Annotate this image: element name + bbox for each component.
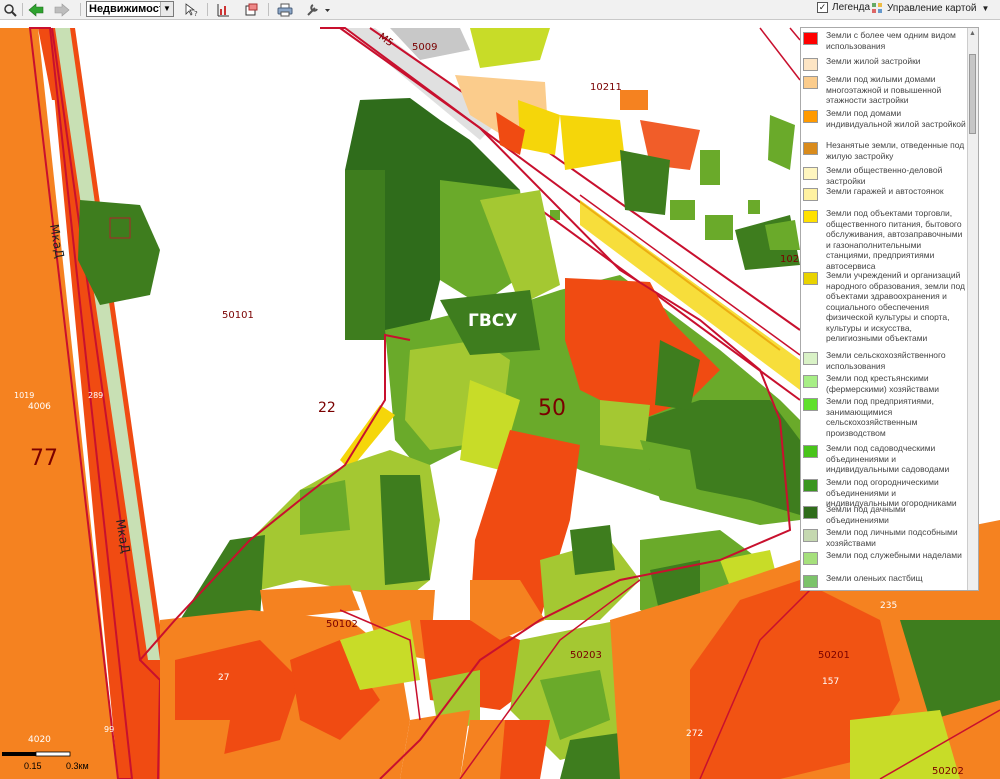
toolbar-separator xyxy=(268,3,269,16)
legend-toggle[interactable]: ✓ Легенда xyxy=(817,2,870,13)
legend-swatch xyxy=(803,76,818,89)
map-control-menu[interactable]: Управление картой ▼ xyxy=(871,2,989,14)
parcel-number-label: 1019 xyxy=(14,391,34,400)
legend-swatch xyxy=(803,142,818,155)
parcel-green xyxy=(670,200,695,220)
parcel-green xyxy=(700,150,720,185)
legend-swatch xyxy=(803,506,818,519)
legend-scrollbar[interactable]: ▲ xyxy=(967,28,978,590)
chevron-down-icon: ▼ xyxy=(160,2,173,16)
legend-label: Земли под садоводческими объединениями и… xyxy=(826,443,950,474)
parcel-orange xyxy=(620,90,648,110)
legend-swatch xyxy=(803,352,818,365)
parcel-number-label: 27 xyxy=(218,673,229,683)
legend-swatch xyxy=(803,398,818,411)
legend-label: Земли учреждений и организаций народного… xyxy=(826,270,966,343)
print-icon[interactable] xyxy=(276,1,294,18)
scale-bar: 0.15 0.3км xyxy=(0,750,100,776)
forward-arrow-icon[interactable] xyxy=(53,1,71,18)
layer-select-value: Недвижимость xyxy=(89,3,171,15)
quarter-label: 50102 xyxy=(326,619,358,630)
legend-swatch xyxy=(803,167,818,180)
legend-swatch xyxy=(803,58,818,71)
legend-swatch xyxy=(803,188,818,201)
parcel-number-label: 4006 xyxy=(28,402,51,412)
parcel-green xyxy=(765,220,800,250)
chart-icon[interactable] xyxy=(214,1,232,18)
back-arrow-icon[interactable] xyxy=(27,1,45,18)
legend-label: Земли под жилыми домами многоэтажной и п… xyxy=(826,74,942,105)
legend-label: Земли под объектами торговли, общественн… xyxy=(826,208,963,271)
legend-label: Земли гаражей и автостоянок xyxy=(826,186,944,196)
toolbar-separator xyxy=(22,3,23,16)
legend-swatch xyxy=(803,479,818,492)
legend-label: Незанятые земли, отведенные под жилую за… xyxy=(826,140,965,161)
parcel-number-label: 272 xyxy=(686,729,703,739)
quarter-label: 50201 xyxy=(818,650,850,661)
parcel-dark-green xyxy=(345,170,385,340)
tools-icon[interactable] xyxy=(304,1,332,18)
quarter-label: 50202 xyxy=(932,766,964,777)
legend-swatch xyxy=(803,445,818,458)
quarter-label: 50101 xyxy=(222,310,254,321)
legend-swatch xyxy=(803,552,818,565)
legend-label: Земли под предприятиями, занимающимися с… xyxy=(826,396,934,438)
district-number-label: 77 xyxy=(30,446,58,471)
parcel-number-label: 22 xyxy=(318,400,336,416)
quarter-label: 50203 xyxy=(570,650,602,661)
legend-swatch xyxy=(803,529,818,542)
legend-panel: Земли с более чем одним видом использова… xyxy=(800,27,979,591)
zoom-icon[interactable] xyxy=(2,1,18,18)
legend-label: Земли под служебными наделами xyxy=(826,550,962,560)
info-query-icon[interactable]: ? xyxy=(183,1,201,18)
chevron-down-icon: ▼ xyxy=(981,3,990,13)
parcel-number-label: 102 xyxy=(780,254,799,265)
legend-swatch xyxy=(803,110,818,123)
legend-label: Земли под домами индивидуальной жилой за… xyxy=(826,108,966,129)
parcel-number-label: 157 xyxy=(822,677,839,687)
scale-label-end: 0.3км xyxy=(66,761,89,771)
layer-select[interactable]: Недвижимость ▼ xyxy=(86,1,174,17)
legend-swatch xyxy=(803,375,818,388)
toolbar-separator xyxy=(207,3,208,16)
scale-label-mid: 0.15 xyxy=(24,761,42,771)
legend-label: Земли с более чем одним видом использова… xyxy=(826,30,956,51)
svg-text:?: ? xyxy=(194,10,198,17)
legend-swatch xyxy=(803,575,818,588)
legend-toggle-label: Легенда xyxy=(832,2,871,13)
legend-swatch xyxy=(803,210,818,223)
legend-label: Земли оленьих пастбищ xyxy=(826,573,923,583)
layers-icon[interactable] xyxy=(242,1,260,18)
gvsu-label: ГВСУ xyxy=(468,311,517,331)
parcel-number-label: 289 xyxy=(88,391,103,400)
parcel-number-label: 5009 xyxy=(412,42,437,53)
map-toolbar: Недвижимость ▼ ? ✓ Легенда Управление ка… xyxy=(0,0,1000,20)
legend-label: Земли под крестьянскими (фермерскими) хо… xyxy=(826,373,939,394)
parcel-dark-green xyxy=(620,150,670,215)
grid-icon xyxy=(872,3,882,13)
map-control-label: Управление картой xyxy=(887,2,977,14)
parcel-number-label: 235 xyxy=(880,601,897,611)
legend-label: Земли под личными подсобными хозяйствами xyxy=(826,527,958,548)
legend-swatch xyxy=(803,272,818,285)
parcel-orange xyxy=(170,720,230,779)
scrollbar-thumb[interactable] xyxy=(969,54,976,134)
parcel-number-label: 4020 xyxy=(28,735,51,745)
parcel-number-label: 99 xyxy=(104,725,114,734)
scroll-up-icon[interactable]: ▲ xyxy=(969,30,976,37)
parcel-green xyxy=(705,215,733,240)
parcel-dark-green xyxy=(570,525,615,575)
legend-label: Земли сельскохозяйственного использовани… xyxy=(826,350,946,371)
district-number-label: 50 xyxy=(538,396,566,421)
parcel-green xyxy=(748,200,760,214)
legend-checkbox[interactable]: ✓ xyxy=(817,2,828,13)
legend-label: Земли жилой застройки xyxy=(826,56,921,66)
legend-swatch xyxy=(803,32,818,45)
legend-label: Земли общественно-деловой застройки xyxy=(826,165,943,186)
parcel-number-label: 10211 xyxy=(590,82,622,93)
toolbar-separator xyxy=(80,3,81,16)
legend-label: Земли под дачными объединениями xyxy=(826,504,906,525)
